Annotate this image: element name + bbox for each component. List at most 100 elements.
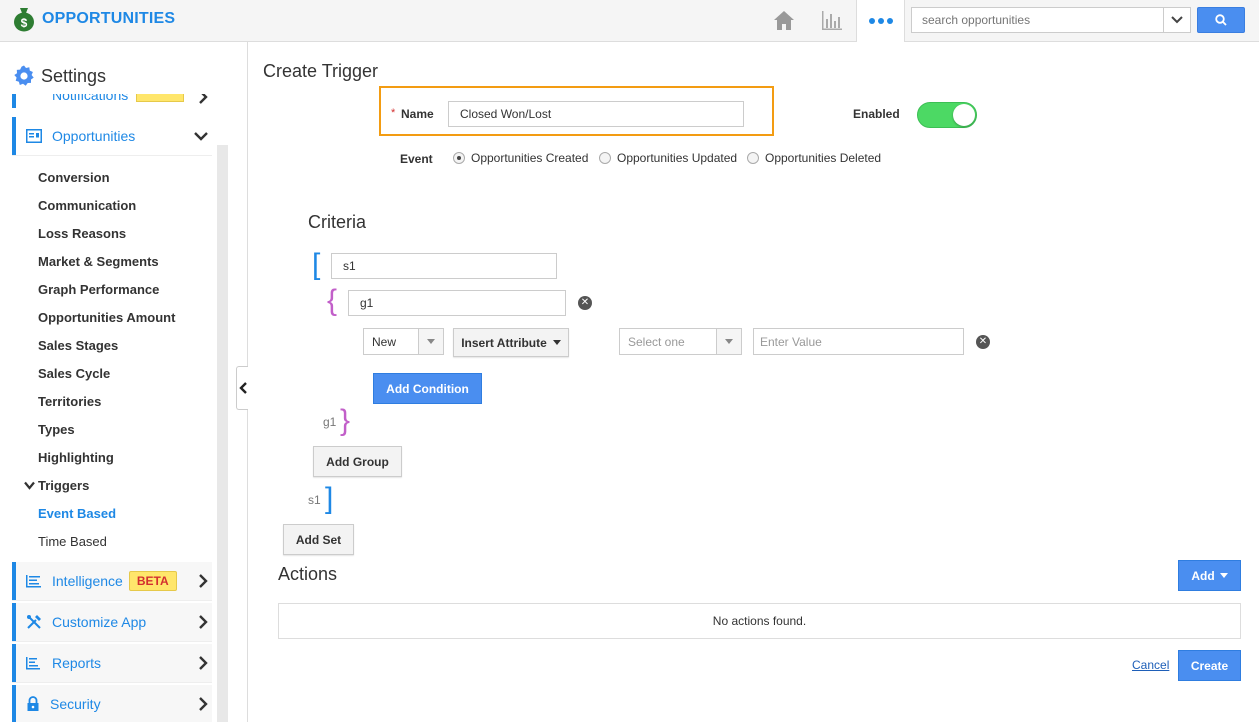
event-label: Event	[400, 152, 433, 166]
chevron-right-icon	[199, 94, 208, 104]
remove-group-icon[interactable]: ✕	[578, 296, 592, 310]
sidebar-sub-market-segments[interactable]: Market & Segments	[38, 254, 159, 269]
radio-button[interactable]	[599, 152, 611, 164]
sidebar-sub-sales-cycle[interactable]: Sales Cycle	[38, 366, 110, 381]
sidebar-sub-sales-stages[interactable]: Sales Stages	[38, 338, 118, 353]
select-placeholder: Select one	[628, 334, 685, 349]
event-option-created[interactable]: Opportunities Created	[453, 151, 588, 165]
svg-text:$: $	[21, 16, 28, 30]
more-menu-button[interactable]	[856, 0, 905, 42]
sidebar-item-notifications[interactable]: Notifications	[12, 94, 212, 108]
radio-button[interactable]	[453, 152, 465, 164]
chevron-down-icon	[24, 481, 35, 490]
opportunities-icon	[26, 129, 42, 143]
beta-badge: BETA	[128, 571, 177, 591]
search-button[interactable]	[1197, 7, 1245, 33]
sidebar-sub-time-based[interactable]: Time Based	[38, 534, 107, 549]
brand[interactable]: $ OPPORTUNITIES	[12, 6, 175, 32]
sidebar-item-security[interactable]: Security	[12, 685, 212, 722]
sidebar-scrollbar[interactable]	[217, 145, 228, 722]
sidebar-item-label: Customize App	[52, 614, 147, 630]
set-close-bracket: ]	[325, 482, 334, 515]
search-icon	[1215, 14, 1227, 26]
radio-label: Opportunities Created	[471, 151, 589, 165]
radio-button[interactable]	[747, 152, 759, 164]
home-icon[interactable]	[772, 9, 796, 31]
operator-select[interactable]: Select one	[619, 328, 742, 355]
caret-down-icon	[552, 340, 561, 345]
sidebar-item-opportunities[interactable]: Opportunities	[12, 117, 212, 155]
chevron-left-icon	[238, 382, 247, 394]
add-condition-button[interactable]: Add Condition	[373, 373, 482, 404]
sidebar-item-label: Intelligence	[52, 573, 123, 589]
gear-icon	[14, 65, 34, 86]
name-input[interactable]	[448, 101, 744, 127]
caret-down-icon	[418, 329, 443, 354]
chevron-right-icon	[199, 574, 208, 588]
remove-condition-icon[interactable]: ✕	[976, 335, 990, 349]
sidebar-sub-territories[interactable]: Territories	[38, 394, 101, 409]
sidebar-sub-conversion[interactable]: Conversion	[38, 170, 110, 185]
sidebar-sub-event-based[interactable]: Event Based	[38, 506, 116, 521]
chevron-right-icon	[199, 656, 208, 670]
sidebar-item-customize-app[interactable]: Customize App	[12, 603, 212, 641]
group-name-input[interactable]	[348, 290, 566, 316]
sidebar-collapse-button[interactable]	[236, 366, 248, 410]
create-button[interactable]: Create	[1178, 650, 1241, 681]
sidebar-sub-opportunities-amount[interactable]: Opportunities Amount	[38, 310, 175, 325]
radio-label: Opportunities Updated	[617, 151, 738, 165]
sidebar-item-intelligence[interactable]: Intelligence BETA	[12, 562, 212, 600]
chevron-right-icon	[199, 697, 208, 711]
sidebar-item-label: Opportunities	[52, 128, 136, 144]
settings-title: Settings	[41, 65, 107, 86]
event-option-deleted[interactable]: Opportunities Deleted	[747, 151, 881, 165]
sidebar-sub-graph-performance[interactable]: Graph Performance	[38, 282, 159, 297]
group-close-brace: }	[340, 404, 351, 437]
chevron-right-icon	[199, 615, 208, 629]
sidebar-sub-triggers[interactable]: Triggers	[24, 478, 89, 493]
button-label: Add	[1191, 568, 1215, 583]
top-bar: $ OPPORTUNITIES	[0, 0, 1259, 42]
event-option-updated[interactable]: Opportunities Updated	[599, 151, 737, 165]
condition-value-input[interactable]	[753, 328, 964, 355]
caret-down-icon	[1219, 573, 1228, 578]
enabled-toggle[interactable]	[917, 102, 977, 128]
condition-field-select[interactable]: New	[363, 328, 444, 355]
chevron-down-icon	[194, 132, 208, 141]
add-group-button[interactable]: Add Group	[313, 446, 402, 477]
radio-label: Opportunities Deleted	[765, 151, 882, 165]
sidebar-item-label: Security	[50, 696, 101, 712]
bar-chart-icon[interactable]	[820, 9, 844, 31]
search-dropdown-toggle[interactable]	[1163, 8, 1190, 32]
group-open-brace: {	[327, 284, 338, 317]
button-label: Insert Attribute	[461, 335, 547, 350]
sidebar: Settings Notifications Opportunities Con…	[0, 42, 228, 722]
required-marker: *	[391, 107, 396, 119]
settings-header: Settings	[12, 64, 106, 88]
sidebar-sub-communication[interactable]: Communication	[38, 198, 136, 213]
sidebar-scroll-thumb[interactable]	[217, 42, 228, 145]
sidebar-item-reports[interactable]: Reports	[12, 644, 212, 682]
group-end-label: g1	[323, 415, 337, 429]
add-action-button[interactable]: Add	[1178, 560, 1241, 591]
sidebar-sub-highlighting[interactable]: Highlighting	[38, 450, 114, 465]
set-name-input[interactable]	[331, 253, 557, 279]
add-set-button[interactable]: Add Set	[283, 524, 354, 555]
cancel-link[interactable]: Cancel	[1132, 658, 1169, 672]
sidebar-sub-label: Triggers	[38, 478, 90, 493]
criteria-title: Criteria	[308, 212, 367, 232]
sidebar-item-label: Reports	[52, 655, 102, 671]
sidebar-sub-loss-reasons[interactable]: Loss Reasons	[38, 226, 126, 241]
caret-down-icon	[716, 329, 741, 354]
notifications-badge	[136, 94, 184, 102]
set-open-bracket: [	[312, 248, 321, 281]
search-input[interactable]	[912, 8, 1162, 32]
intelligence-icon	[26, 575, 41, 588]
set-end-label: s1	[308, 493, 321, 507]
actions-title: Actions	[278, 564, 338, 584]
insert-attribute-button[interactable]: Insert Attribute	[453, 328, 569, 357]
reports-icon	[26, 657, 40, 670]
sidebar-sub-types[interactable]: Types	[38, 422, 75, 437]
app-title: OPPORTUNITIES	[42, 10, 176, 27]
empty-actions-text: No actions found.	[712, 614, 807, 628]
